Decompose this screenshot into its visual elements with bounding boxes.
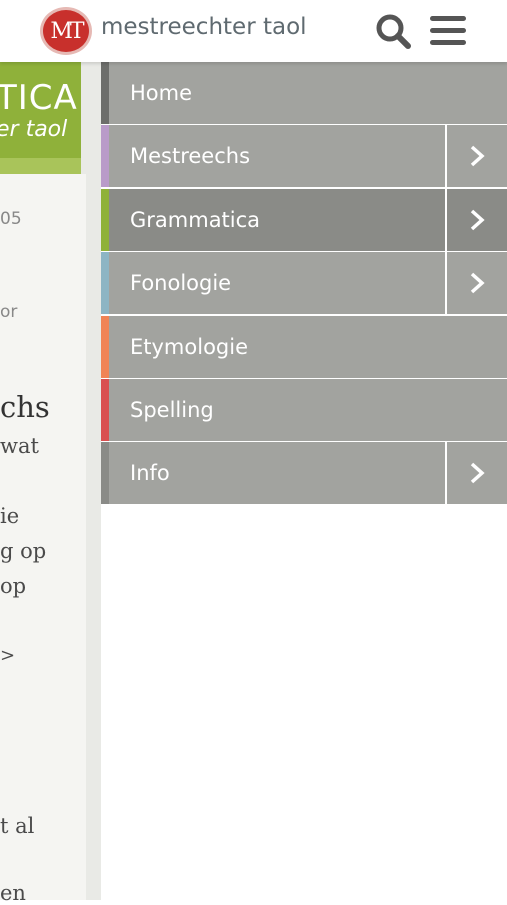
expand-submenu-button[interactable] [445, 252, 507, 315]
menu-item-mestreechs[interactable]: Mestreechs [101, 125, 507, 188]
menu-item-label: Info [130, 461, 170, 486]
accent-bar [101, 62, 109, 124]
menu-item-label: Spelling [130, 397, 214, 422]
chevron-right-icon [470, 209, 485, 231]
expand-submenu-button[interactable] [445, 125, 507, 188]
expand-submenu-button[interactable] [445, 442, 507, 505]
menu-item-label: Mestreechs [130, 144, 251, 169]
accent-bar [101, 252, 109, 315]
text-fragment: t al [0, 814, 35, 838]
logo-mark: MT [50, 18, 84, 44]
chevron-right-icon [470, 272, 485, 294]
menu-item-label: Fonologie [130, 271, 232, 296]
accent-bar [101, 188, 109, 251]
menu-item-label: Home [130, 81, 193, 105]
expand-submenu-button[interactable] [445, 188, 507, 251]
accent-bar [101, 378, 109, 441]
banner-title: TICA [0, 78, 78, 118]
text-fragment: or [0, 302, 18, 322]
hamburger-icon [430, 16, 470, 45]
text-fragment: op [0, 574, 27, 598]
menu-item-info[interactable]: Info [101, 442, 507, 505]
search-button[interactable] [375, 13, 411, 49]
site-header: MT mestreechter taol [0, 0, 507, 62]
banner-subtitle: er taol [0, 117, 68, 142]
menu-item-label: Grammatica [130, 207, 261, 232]
chevron-right-icon [470, 463, 485, 484]
menu-item-fonologie[interactable]: Fonologie [101, 252, 507, 315]
chevron-right-icon [470, 146, 485, 167]
text-fragment: > [0, 645, 16, 666]
menu-item-label: Etymologie [130, 334, 249, 359]
text-fragment: wat [0, 434, 39, 458]
accent-bar [101, 442, 109, 505]
menu-item-spelling[interactable]: Spelling [101, 378, 507, 441]
text-fragment: g op [0, 539, 47, 563]
text-fragment: chs [0, 390, 50, 424]
site-logo-icon[interactable]: MT [40, 7, 92, 55]
hamburger-menu-button[interactable] [430, 16, 470, 46]
accent-bar [101, 125, 109, 188]
main-navigation-menu: Home Mestreechs Grammatica Fonologie Ety… [101, 62, 507, 506]
menu-item-grammatica[interactable]: Grammatica [101, 188, 507, 251]
text-fragment: 05 [0, 209, 22, 229]
text-fragment: ie [0, 504, 20, 528]
accent-bar [101, 315, 109, 378]
text-fragment: en [0, 881, 26, 905]
menu-item-home[interactable]: Home [101, 62, 507, 124]
search-icon [376, 14, 411, 49]
content-column [0, 174, 86, 900]
site-name[interactable]: mestreechter taol [101, 14, 307, 40]
menu-item-etymologie[interactable]: Etymologie [101, 315, 507, 378]
